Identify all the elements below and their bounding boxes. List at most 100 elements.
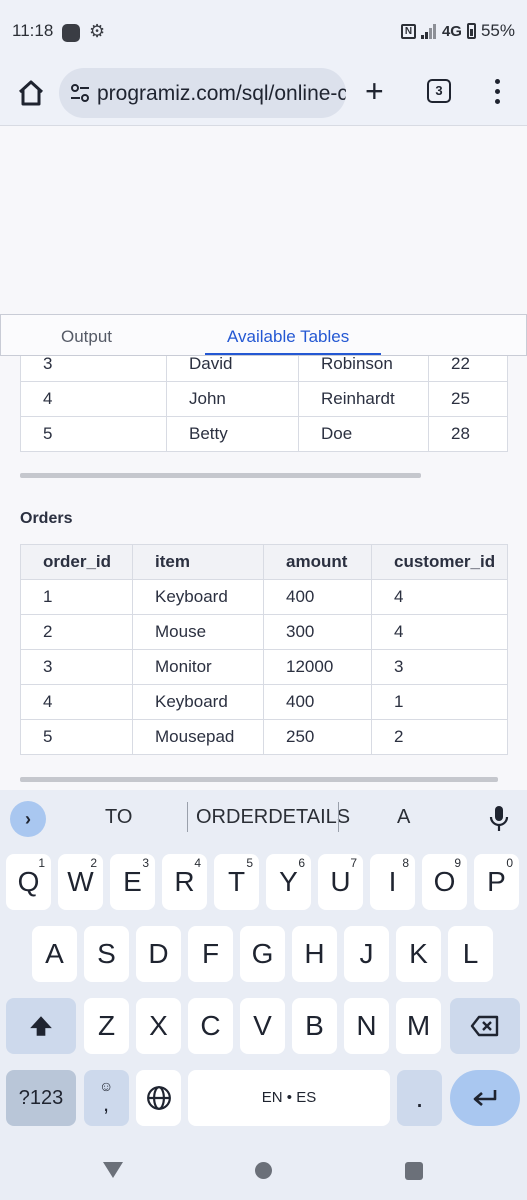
table-cell: Mouse [132,614,264,650]
key-q[interactable]: Q1 [6,854,51,910]
enter-key[interactable] [450,1070,520,1126]
key-d[interactable]: D [136,926,181,982]
period-key[interactable]: . [397,1070,442,1126]
on-screen-keyboard: › TO ORDERDETAILS A Q1 W2 E3 R4 T5 Y6 U7… [0,790,527,1200]
microphone-icon[interactable] [489,804,509,834]
overflow-menu-icon[interactable] [487,77,507,107]
site-settings-icon[interactable] [70,84,90,102]
horizontal-scrollbar[interactable] [20,777,498,782]
key-j[interactable]: J [344,926,389,982]
key-hint: 5 [246,856,253,870]
key-r[interactable]: R4 [162,854,207,910]
tab-switcher-button[interactable]: 3 [427,79,451,103]
key-c[interactable]: C [188,998,233,1054]
key-p[interactable]: P0 [474,854,519,910]
customers-table: 3 David Robinson 22 4 John Reinhardt 25 … [20,346,508,452]
key-g[interactable]: G [240,926,285,982]
key-l[interactable]: L [448,926,493,982]
table-cell: 4 [20,381,167,417]
tab-available-tables[interactable]: Available Tables [227,327,349,347]
column-header: customer_id [371,544,508,580]
key-z[interactable]: Z [84,998,129,1054]
table-cell: Doe [298,416,429,452]
chevron-right-icon[interactable]: › [10,801,46,837]
table-row: 3 Monitor 12000 3 [20,649,508,685]
battery-icon [466,23,476,39]
home-icon[interactable] [14,76,48,110]
key-o[interactable]: O9 [422,854,467,910]
status-bar: 11:18 ⚙ N 4G 55% [0,0,527,62]
key-hint: 7 [350,856,357,870]
suggestion-bar: › TO ORDERDETAILS A [0,790,527,846]
suggestion-divider [338,802,339,832]
table-cell: 25 [428,381,508,417]
horizontal-scrollbar[interactable] [20,473,421,478]
home-circle-icon[interactable] [255,1162,272,1179]
key-b[interactable]: B [292,998,337,1054]
key-label: I [388,866,397,897]
table-cell: John [166,381,299,417]
status-right: N 4G 55% [400,21,515,41]
table-cell: 250 [263,719,372,755]
table-cell: 400 [263,579,372,615]
recents-square-icon[interactable] [405,1162,423,1180]
key-e[interactable]: E3 [110,854,155,910]
table-cell: Betty [166,416,299,452]
app-notification-icon [62,24,80,42]
key-label: E [123,866,142,897]
orders-table: order_id item amount customer_id 1 Keybo… [20,544,508,755]
tab-output[interactable]: Output [61,327,112,347]
key-hint: 8 [402,856,409,870]
key-v[interactable]: V [240,998,285,1054]
table-cell: Mousepad [132,719,264,755]
table-cell: 28 [428,416,508,452]
comma-emoji-key[interactable]: ☺ , [84,1070,129,1126]
key-label: P [487,866,506,897]
key-k[interactable]: K [396,926,441,982]
backspace-key[interactable] [450,998,520,1054]
suggestion-item[interactable]: TO [105,806,132,829]
enter-arrow-icon [473,1090,497,1106]
suggestion-divider [187,802,188,832]
key-hint: 2 [90,856,97,870]
key-m[interactable]: M [396,998,441,1054]
key-hint: 1 [38,856,45,870]
key-w[interactable]: W2 [58,854,103,910]
key-label: W [67,866,94,897]
key-label: Q [17,866,40,897]
key-s[interactable]: S [84,926,129,982]
table-cell: 1 [371,684,508,720]
symbols-key[interactable]: ?123 [6,1070,76,1126]
key-n[interactable]: N [344,998,389,1054]
key-h[interactable]: H [292,926,337,982]
key-u[interactable]: U7 [318,854,363,910]
key-y[interactable]: Y6 [266,854,311,910]
key-hint: 3 [142,856,149,870]
signal-icon [420,23,437,39]
shift-key[interactable] [6,998,76,1054]
comma-label: , [103,1091,110,1116]
table-row: 1 Keyboard 400 4 [20,579,508,615]
back-triangle-icon[interactable] [103,1162,123,1178]
key-x[interactable]: X [136,998,181,1054]
address-bar[interactable]: programiz.com/sql/online-c [59,68,346,118]
language-key[interactable] [136,1070,181,1126]
key-t[interactable]: T5 [214,854,259,910]
space-key[interactable]: EN • ES [188,1070,390,1126]
globe-icon [146,1086,171,1110]
key-hint: 0 [506,856,513,870]
new-tab-plus-icon[interactable]: + [365,74,384,108]
table-cell: 5 [20,719,133,755]
key-i[interactable]: I8 [370,854,415,910]
status-time: 11:18 [12,21,54,40]
table-cell: 1 [20,579,133,615]
table-row: 5 Betty Doe 28 [20,416,508,452]
suggestion-item[interactable]: ORDERDETAILS [196,806,350,829]
key-a[interactable]: A [32,926,77,982]
table-cell: Keyboard [132,579,264,615]
key-f[interactable]: F [188,926,233,982]
url-text[interactable]: programiz.com/sql/online-c [97,82,346,106]
key-label: R [174,866,195,897]
table-row: 4 Keyboard 400 1 [20,684,508,720]
suggestion-item[interactable]: A [397,806,410,829]
